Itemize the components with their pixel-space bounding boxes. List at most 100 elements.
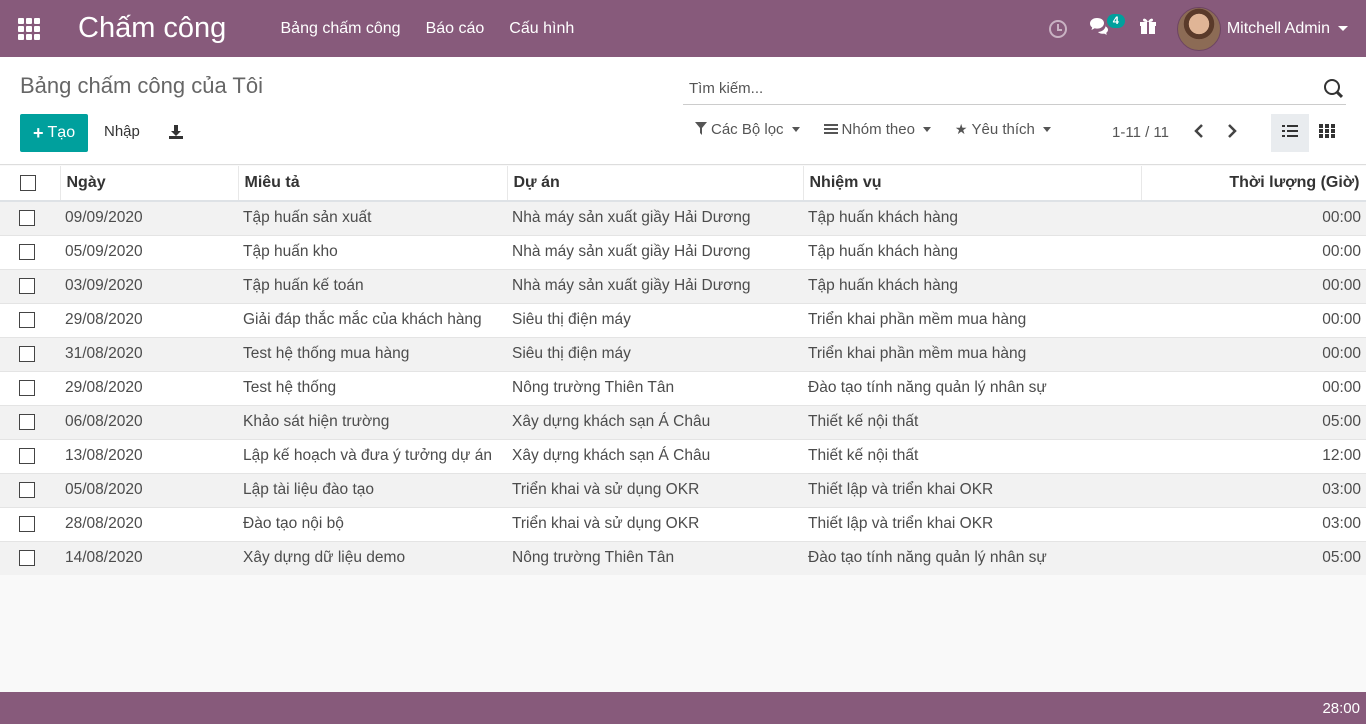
chevron-right-icon[interactable] — [1226, 123, 1238, 144]
table-row[interactable]: 31/08/2020 Test hệ thống mua hàng Siêu thị… — [0, 336, 1366, 371]
chevron-down-icon[interactable] — [1338, 26, 1348, 31]
table-row[interactable]: 14/08/2020 Xây dựng dữ liệu demo Nông trườ… — [0, 540, 1366, 575]
apps-menu-icon[interactable] — [0, 0, 58, 57]
column-header-duration[interactable]: Thời lượng (Giờ) — [1141, 166, 1366, 202]
favorites-label: Yêu thích — [971, 121, 1035, 138]
search-options: Các Bộ lọc Nhóm theo ★ Yêu thích — [695, 121, 1075, 138]
row-select-cell — [0, 404, 60, 439]
cell-duration: 00:00 — [1141, 234, 1366, 269]
row-checkbox[interactable] — [19, 414, 35, 430]
top-navbar: Chấm công Bảng chấm công Báo cáo Cấu hìn… — [0, 0, 1366, 57]
cell-task: Đào tạo tính năng quản lý nhân sự — [803, 370, 1141, 405]
cell-date: 29/08/2020 — [60, 370, 238, 405]
download-icon[interactable] — [168, 124, 184, 140]
table-row[interactable]: 29/08/2020 Giải đáp thắc mắc của khách hà… — [0, 302, 1366, 337]
cell-description: Test hệ thống mua hàng — [238, 336, 507, 371]
cell-project: Xây dựng khách sạn Á Châu — [507, 438, 803, 473]
cell-date: 13/08/2020 — [60, 438, 238, 473]
row-checkbox[interactable] — [19, 278, 35, 294]
gift-button[interactable] — [1125, 0, 1177, 57]
cell-project: Nhà máy sản xuất giầy Hải Dương — [507, 200, 803, 235]
star-icon: ★ — [954, 121, 968, 137]
row-checkbox[interactable] — [19, 244, 35, 260]
messages-button[interactable]: 4 — [1081, 0, 1125, 57]
filters-label: Các Bộ lọc — [711, 121, 784, 138]
row-select-cell — [0, 472, 60, 507]
table-row[interactable]: 06/08/2020 Khảo sát hiện trường Xây dựng k… — [0, 404, 1366, 439]
column-header-description[interactable]: Miêu tả — [238, 166, 508, 202]
control-panel: Bảng chấm công của Tôi + Tạo Nhập Các Bộ… — [0, 57, 1366, 165]
menu-item-timesheets[interactable]: Bảng chấm công — [268, 0, 413, 57]
column-header-project[interactable]: Dự án — [507, 166, 804, 202]
cell-date: 05/09/2020 — [60, 234, 238, 269]
cell-task: Tập huấn khách hàng — [803, 234, 1141, 269]
cell-duration: 00:00 — [1141, 302, 1366, 337]
import-button[interactable]: Nhập — [104, 123, 140, 140]
avatar[interactable] — [1176, 6, 1221, 51]
cell-description: Tập huấn kế toán — [238, 268, 507, 303]
cell-duration: 05:00 — [1141, 540, 1366, 575]
row-select-cell — [0, 200, 60, 235]
app-title: Chấm công — [78, 12, 227, 44]
cell-task: Triển khai phần mềm mua hàng — [803, 336, 1141, 371]
cell-date: 09/09/2020 — [60, 200, 238, 235]
select-all-checkbox[interactable] — [20, 175, 36, 191]
cell-description: Giải đáp thắc mắc của khách hàng — [238, 302, 507, 337]
row-checkbox[interactable] — [19, 312, 35, 328]
list-icon — [1282, 124, 1298, 143]
caret-down-icon — [1042, 127, 1051, 132]
messages-count-badge: 4 — [1106, 14, 1125, 28]
activity-button[interactable] — [1035, 0, 1081, 57]
table-row[interactable]: 05/09/2020 Tập huấn kho Nhà máy sản xuất g… — [0, 234, 1366, 269]
table-row[interactable]: 05/08/2020 Lập tài liệu đào tạo Triển khai… — [0, 472, 1366, 507]
cell-task: Đào tạo tính năng quản lý nhân sự — [803, 540, 1141, 575]
pager-value[interactable]: 1-11 / 11 — [1112, 124, 1169, 141]
create-button[interactable]: + Tạo — [20, 114, 89, 152]
cell-task: Thiết kế nội thất — [803, 404, 1141, 439]
row-checkbox[interactable] — [19, 346, 35, 362]
table-row[interactable]: 03/09/2020 Tập huấn kế toán Nhà máy sản xu… — [0, 268, 1366, 303]
cell-date: 06/08/2020 — [60, 404, 238, 439]
cell-description: Xây dựng dữ liệu demo — [238, 540, 507, 575]
row-checkbox[interactable] — [19, 516, 35, 532]
bars-icon — [823, 122, 838, 138]
row-checkbox[interactable] — [19, 482, 35, 498]
timesheet-list: Ngày Miêu tả Dự án Nhiệm vụ Thời lượng (… — [0, 166, 1366, 575]
chevron-left-icon[interactable] — [1193, 123, 1205, 144]
cell-date: 31/08/2020 — [60, 336, 238, 371]
duration-total: 28:00 — [1322, 700, 1360, 717]
column-header-date[interactable]: Ngày — [60, 166, 239, 202]
user-name[interactable]: Mitchell Admin — [1227, 20, 1330, 38]
table-row[interactable]: 13/08/2020 Lập kế hoạch và đưa ý tưởng dự… — [0, 438, 1366, 473]
plus-icon: + — [33, 122, 44, 143]
cell-task: Tập huấn khách hàng — [803, 200, 1141, 235]
breadcrumb: Bảng chấm công của Tôi — [20, 73, 263, 98]
group-by-dropdown[interactable]: Nhóm theo — [823, 121, 931, 138]
cell-duration: 00:00 — [1141, 268, 1366, 303]
cell-date: 05/08/2020 — [60, 472, 238, 507]
search-icon[interactable] — [1324, 79, 1340, 95]
favorites-dropdown[interactable]: ★ Yêu thích — [955, 121, 1051, 138]
cell-duration: 00:00 — [1141, 336, 1366, 371]
table-row[interactable]: 29/08/2020 Test hệ thống Nông trường Thiên… — [0, 370, 1366, 405]
cell-task: Thiết lập và triển khai OKR — [803, 472, 1141, 507]
row-checkbox[interactable] — [19, 550, 35, 567]
list-view-button[interactable] — [1271, 114, 1309, 152]
cell-project: Nhà máy sản xuất giầy Hải Dương — [507, 234, 803, 269]
menu-item-configuration[interactable]: Cấu hình — [497, 0, 587, 57]
kanban-view-button[interactable] — [1308, 114, 1346, 152]
table-row[interactable]: 09/09/2020 Tập huấn sản xuất Nhà máy sản x… — [0, 200, 1366, 235]
filter-icon — [695, 121, 707, 138]
filters-dropdown[interactable]: Các Bộ lọc — [695, 121, 800, 138]
table-row[interactable]: 28/08/2020 Đào tạo nội bộ Triển khai và sử… — [0, 506, 1366, 541]
menu-item-reports[interactable]: Báo cáo — [413, 0, 497, 57]
column-header-task[interactable]: Nhiệm vụ — [803, 166, 1142, 202]
row-checkbox[interactable] — [19, 448, 35, 464]
cell-project: Nhà máy sản xuất giầy Hải Dương — [507, 268, 803, 303]
cell-duration: 00:00 — [1141, 370, 1366, 405]
cell-project: Nông trường Thiên Tân — [507, 370, 803, 405]
row-checkbox[interactable] — [19, 210, 35, 227]
cell-duration: 12:00 — [1141, 438, 1366, 473]
search-input[interactable] — [683, 74, 1303, 102]
row-checkbox[interactable] — [19, 380, 35, 396]
